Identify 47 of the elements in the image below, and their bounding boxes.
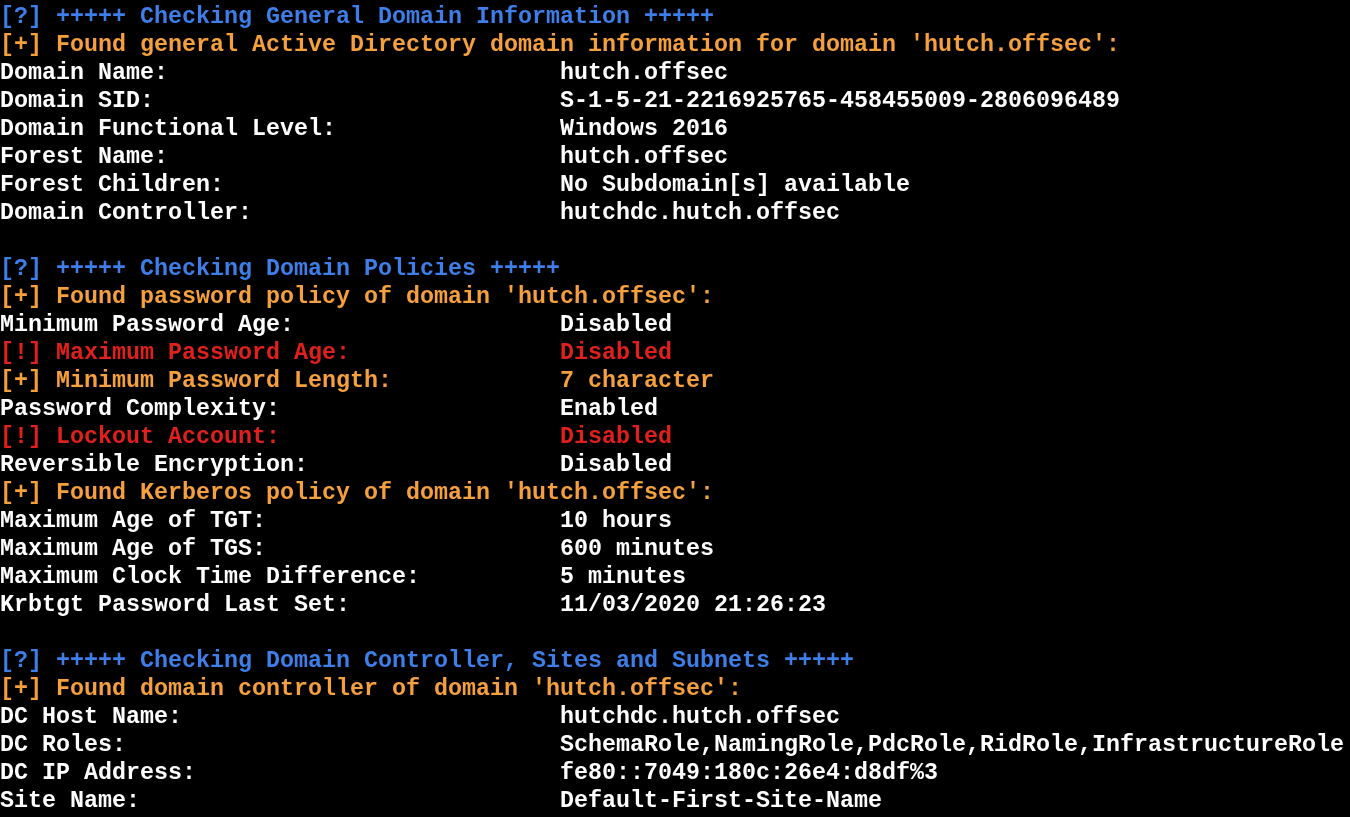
status-message: [+] Found Kerberos policy of domain 'hutch.offsec': bbox=[0, 479, 715, 507]
field-value: SchemaRole,NamingRole,PdcRole,RidRole,InfrastructureRole bbox=[560, 731, 1344, 759]
status-message: [+] Found password policy of domain 'hutch.offsec': bbox=[0, 283, 715, 311]
field-value: hutch.offsec bbox=[560, 59, 728, 87]
field-label: [+] Minimum Password Length: bbox=[0, 367, 392, 395]
field-label: Forest Name: bbox=[0, 143, 168, 171]
field-label: [!] Lockout Account: bbox=[0, 423, 280, 451]
field-value: Default-First-Site-Name bbox=[560, 787, 882, 815]
status-message: [+] Found domain controller of domain 'hutch.offsec': bbox=[0, 675, 743, 703]
field-label: Site Name: bbox=[0, 787, 140, 815]
field-label: DC Host Name: bbox=[0, 703, 182, 731]
field-value: Disabled bbox=[560, 339, 672, 367]
field-value: 5 minutes bbox=[560, 563, 686, 591]
section-heading: [?] +++++ Checking Domain Controller, Sites and Subnets +++++ bbox=[0, 647, 855, 675]
field-value: hutch.offsec bbox=[560, 143, 728, 171]
field-label: DC Roles: bbox=[0, 731, 126, 759]
field-label: Maximum Age of TGS: bbox=[0, 535, 266, 563]
field-value: S-1-5-21-2216925765-458455009-2806096489 bbox=[560, 87, 1120, 115]
field-value: hutchdc.hutch.offsec bbox=[560, 199, 840, 227]
field-value: Disabled bbox=[560, 451, 672, 479]
field-label: Domain Functional Level: bbox=[0, 115, 336, 143]
field-label: Reversible Encryption: bbox=[0, 451, 308, 479]
field-value: No Subdomain[s] available bbox=[560, 171, 910, 199]
field-label: Forest Children: bbox=[0, 171, 224, 199]
section-heading: [?] +++++ Checking Domain Policies +++++ bbox=[0, 255, 561, 283]
field-value: Disabled bbox=[560, 423, 672, 451]
field-label: Domain SID: bbox=[0, 87, 154, 115]
field-label: [!] Maximum Password Age: bbox=[0, 339, 350, 367]
field-value: Enabled bbox=[560, 395, 658, 423]
field-value: Windows 2016 bbox=[560, 115, 728, 143]
field-value: 600 minutes bbox=[560, 535, 714, 563]
field-value: 7 character bbox=[560, 367, 714, 395]
field-label: Maximum Age of TGT: bbox=[0, 507, 266, 535]
field-value: 11/03/2020 21:26:23 bbox=[560, 591, 826, 619]
field-value: hutchdc.hutch.offsec bbox=[560, 703, 840, 731]
field-value: Disabled bbox=[560, 311, 672, 339]
field-value: fe80::7049:180c:26e4:d8df%3 bbox=[560, 759, 938, 787]
section-heading: [?] +++++ Checking General Domain Information +++++ bbox=[0, 3, 715, 31]
field-label: DC IP Address: bbox=[0, 759, 196, 787]
field-label: Minimum Password Age: bbox=[0, 311, 294, 339]
status-message: [+] Found general Active Directory domain information for domain 'hutch.offsec': bbox=[0, 31, 1121, 59]
field-label: Domain Controller: bbox=[0, 199, 252, 227]
field-label: Krbtgt Password Last Set: bbox=[0, 591, 350, 619]
field-label: Password Complexity: bbox=[0, 395, 280, 423]
field-label: Maximum Clock Time Difference: bbox=[0, 563, 420, 591]
field-value: 10 hours bbox=[560, 507, 672, 535]
field-label: Domain Name: bbox=[0, 59, 168, 87]
